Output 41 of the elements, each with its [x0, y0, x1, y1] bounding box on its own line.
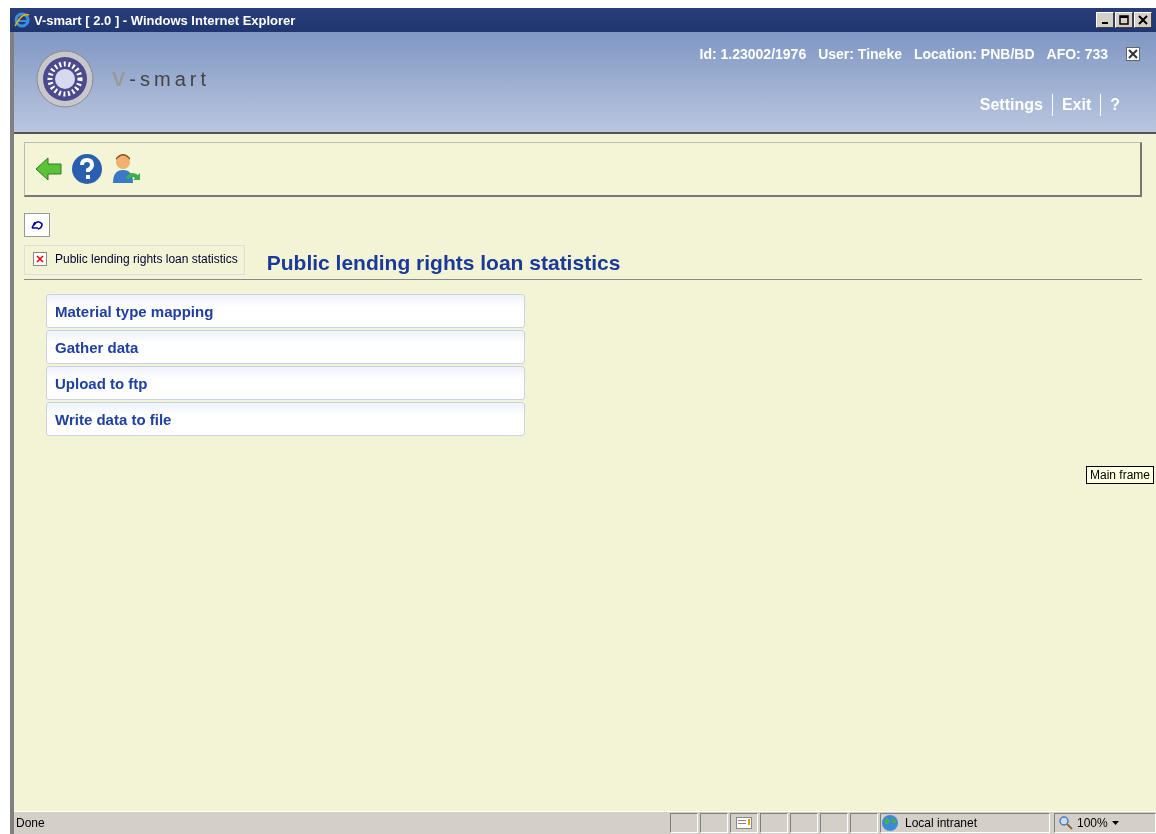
menu-item[interactable]: Write data to file — [46, 402, 525, 436]
close-icon — [1138, 15, 1148, 25]
logo-icon — [36, 50, 94, 108]
user-refresh-icon[interactable] — [111, 153, 141, 185]
browser-icon — [14, 12, 30, 28]
zone-text: Local intranet — [905, 816, 978, 830]
page-title: Public lending rights loan statistics — [266, 251, 621, 275]
status-panel — [670, 813, 698, 833]
caret-icon — [1111, 820, 1120, 826]
status-panel — [700, 813, 728, 833]
menu-item[interactable]: Gather data — [46, 330, 525, 364]
close-button[interactable] — [1126, 47, 1140, 61]
maximize-button[interactable] — [1115, 12, 1133, 28]
menu-item[interactable]: Material type mapping — [46, 294, 525, 328]
logo-text: V-smart — [112, 67, 210, 91]
close-icon — [1128, 49, 1138, 59]
undo-button[interactable] — [24, 213, 50, 237]
close-icon[interactable] — [33, 252, 47, 266]
status-panel — [820, 813, 848, 833]
status-panel — [790, 813, 818, 833]
minimize-icon — [1102, 22, 1108, 24]
status-panel — [760, 813, 788, 833]
globe-icon — [881, 814, 901, 832]
undo-icon — [30, 219, 44, 231]
tooltip: Main frame — [1085, 466, 1154, 484]
page-icon — [736, 817, 752, 829]
menu-item[interactable]: Upload to ftp — [46, 366, 525, 400]
session-info: AFO: 733 — [1046, 46, 1108, 62]
window-title: V-smart [ 2.0 ] - Windows Internet Explorer — [34, 12, 297, 28]
session-info: Location: PNB/BD — [913, 46, 1035, 62]
maximize-icon — [1119, 15, 1129, 25]
zoom-button[interactable]: 100% — [1054, 813, 1156, 833]
status-panel — [850, 813, 878, 833]
minimize-button[interactable] — [1096, 12, 1114, 28]
help-icon[interactable] — [71, 153, 103, 185]
session-info: User: Tineke — [818, 46, 902, 62]
status-text: Done — [15, 816, 46, 830]
back-arrow-icon[interactable] — [35, 156, 63, 182]
zoom-icon — [1059, 816, 1073, 830]
breadcrumb-tab[interactable]: Public lending rights loan statistics — [24, 245, 245, 275]
session-info: Id: 1.23002/1976 — [699, 46, 807, 62]
